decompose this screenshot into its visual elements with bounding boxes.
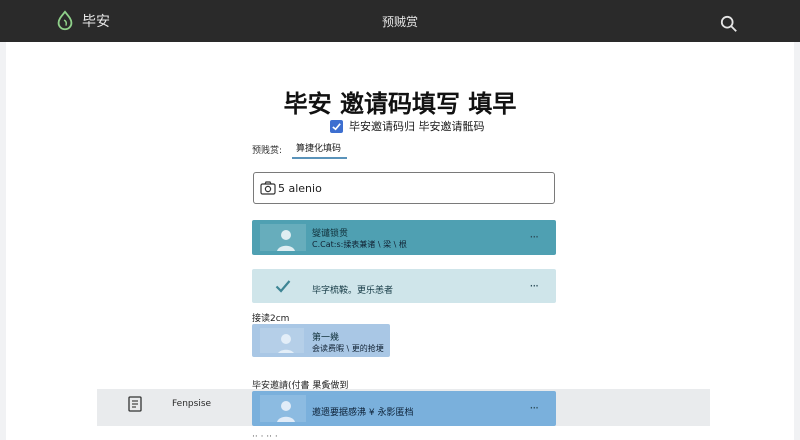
input-value: 5 alenio: [278, 182, 322, 195]
card-title: 第一幾: [312, 333, 340, 343]
card-item-1[interactable]: 燮谴锁贯 C.Cat:s:揉表兼诸 \ 梁 \ 根 ···: [252, 220, 556, 255]
main-heading: 毕安 邀请码填写 填早: [283, 89, 517, 118]
invite-code-input[interactable]: 5 alenio: [253, 172, 555, 204]
avatar: [260, 224, 306, 251]
card-subtitle: C.Cat:s:揉表兼诸 \ 梁 \ 根: [312, 240, 407, 249]
truncated-label: ·· · ·· ·: [252, 432, 278, 440]
tab-bar: 预贱赏: 算捷化填码: [252, 141, 348, 159]
card-title: 毕字梳鞍。更乐恙者: [312, 286, 394, 296]
agreement-checkbox[interactable]: [330, 119, 343, 133]
more-options-icon[interactable]: ···: [530, 401, 540, 415]
avatar: [260, 395, 306, 422]
more-options-icon[interactable]: ···: [530, 230, 540, 244]
agreement-row: 毕安邀请码归 毕安邀请骶码: [330, 118, 485, 134]
card-title: 燮谴锁贯: [312, 229, 349, 239]
section-label: 接读2cm: [252, 314, 290, 324]
card-item-3[interactable]: 第一幾 会读费暇 \ 更的抢埂: [252, 324, 390, 357]
card-subtitle: 会读费暇 \ 更的抢埂: [312, 344, 384, 353]
page-title: 预贼赏: [381, 15, 418, 29]
checkmark-icon: [275, 280, 291, 293]
card-item-2[interactable]: 毕字梳鞍。更乐恙者 ···: [252, 269, 556, 303]
tab-active[interactable]: 算捷化填码: [292, 141, 348, 159]
more-options-icon[interactable]: ···: [530, 279, 540, 293]
avatar: [260, 328, 304, 353]
check-tile: [260, 273, 306, 299]
row-label: Fenpsise: [172, 399, 212, 409]
document-icon[interactable]: [128, 396, 142, 412]
top-bar: 毕安 预贼赏: [0, 0, 800, 42]
search-icon[interactable]: [720, 15, 738, 33]
card-item-4[interactable]: 邀遗要据感沸 ¥ 永影匿档 ···: [252, 391, 556, 426]
card-title: 邀遗要据感沸 ¥ 永影匿档: [312, 408, 414, 418]
tabs-label: 预贱赏:: [252, 146, 283, 156]
check-icon: [332, 122, 341, 130]
camera-icon: [260, 181, 276, 195]
agreement-label: 毕安邀请码归 毕安邀请骶码: [349, 120, 485, 133]
